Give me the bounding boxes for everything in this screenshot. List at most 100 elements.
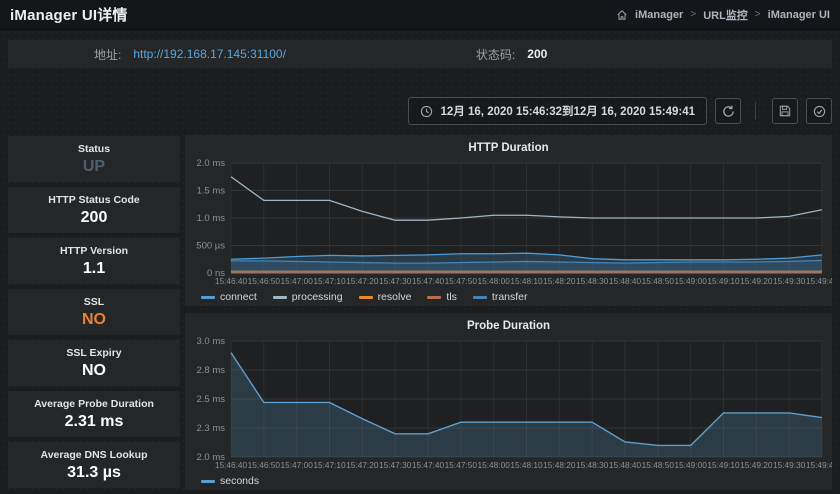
legend-label: transfer: [492, 291, 528, 303]
legend-item-connect[interactable]: connect: [201, 291, 257, 303]
breadcrumb-item-imanager[interactable]: iManager: [635, 9, 683, 21]
x-axis-tick: 15:46:50: [248, 276, 281, 286]
probe-duration-chart[interactable]: 3.0 ms2.8 ms2.5 ms2.3 ms2.0 ms15:46:4015…: [185, 336, 832, 472]
page-title: iManager UI详情: [10, 4, 128, 25]
legend-swatch: [359, 296, 373, 299]
chart-title: HTTP Duration: [185, 135, 832, 158]
refresh-icon: [722, 105, 735, 118]
x-axis-tick: 15:47:30: [379, 460, 412, 470]
y-axis-tick: 2.3 ms: [196, 423, 225, 434]
legend-swatch: [201, 480, 215, 483]
x-axis-tick: 15:49:00: [675, 276, 708, 286]
stat-panel-average-probe-duration[interactable]: Average Probe Duration 2.31 ms: [8, 391, 180, 437]
dashboard-screen: iManager UI详情 iManager > URL监控 > iManage…: [0, 0, 840, 494]
stat-value: 2.31 ms: [65, 413, 124, 431]
breadcrumb-item-current: iManager UI: [768, 9, 830, 21]
top-header-bar: iManager UI详情 iManager > URL监控 > iManage…: [0, 0, 840, 30]
stat-label: Status: [78, 143, 110, 155]
x-axis-tick: 15:48:30: [576, 276, 609, 286]
stat-value: 1.1: [83, 260, 105, 278]
stat-panel-average-dns-lookup[interactable]: Average DNS Lookup 31.3 µs: [8, 442, 180, 488]
stat-panel-http-status-code[interactable]: HTTP Status Code 200: [8, 187, 180, 233]
x-axis-tick: 15:46:50: [248, 460, 281, 470]
address-link[interactable]: http://192.168.17.145:31100/: [133, 47, 286, 61]
legend-label: resolve: [378, 291, 412, 303]
legend-item-transfer[interactable]: transfer: [473, 291, 528, 303]
x-axis-tick: 15:48:00: [478, 276, 511, 286]
home-icon[interactable]: [616, 9, 628, 21]
chevron-right-icon: >: [690, 9, 696, 20]
time-toolbar: 12月 16, 2020 15:46:32到12月 16, 2020 15:49…: [0, 96, 832, 126]
x-axis-tick: 15:47:50: [445, 276, 478, 286]
chart-title: Probe Duration: [185, 313, 832, 336]
x-axis-tick: 15:49:30: [773, 460, 806, 470]
y-axis-tick: 3.0 ms: [196, 336, 225, 347]
legend-item-processing[interactable]: processing: [273, 291, 343, 303]
breadcrumb-item-url-monitor[interactable]: URL监控: [703, 7, 748, 23]
legend-item-tls[interactable]: tls: [427, 291, 457, 303]
stat-panel-http-version[interactable]: HTTP Version 1.1: [8, 238, 180, 284]
x-axis-tick: 15:48:50: [642, 460, 675, 470]
auto-refresh-button[interactable]: [806, 98, 832, 124]
floppy-disk-icon: [779, 105, 791, 117]
stat-label: SSL: [84, 296, 104, 308]
refresh-button[interactable]: [715, 98, 741, 124]
stat-panel-ssl[interactable]: SSL NO: [8, 289, 180, 335]
x-axis-tick: 15:48:40: [609, 460, 642, 470]
x-axis-tick: 15:48:50: [642, 276, 675, 286]
x-axis-tick: 15:48:10: [510, 276, 543, 286]
stat-value: NO: [82, 362, 106, 380]
x-axis-tick: 15:47:40: [412, 276, 445, 286]
status-code-value: 200: [527, 47, 547, 61]
status-code-label: 状态码:: [476, 46, 515, 63]
x-axis-tick: 15:48:20: [543, 276, 576, 286]
legend-swatch: [273, 296, 287, 299]
legend-label: connect: [220, 291, 257, 303]
x-axis-tick: 15:48:20: [543, 460, 576, 470]
stat-panel-status[interactable]: Status UP: [8, 136, 180, 182]
chevron-right-icon: >: [755, 9, 761, 20]
info-bar: 地址: http://192.168.17.145:31100/ 状态码: 20…: [8, 40, 832, 68]
x-axis-tick: 15:47:40: [412, 460, 445, 470]
x-axis-tick: 15:47:00: [281, 460, 314, 470]
legend-label: tls: [446, 291, 457, 303]
stat-panel-ssl-expiry[interactable]: SSL Expiry NO: [8, 340, 180, 386]
probe-duration-panel: Probe Duration 3.0 ms2.8 ms2.5 ms2.3 ms2…: [185, 313, 832, 490]
legend-item-seconds[interactable]: seconds: [201, 475, 259, 487]
y-axis-tick: 1.5 ms: [196, 186, 225, 197]
http-duration-legend: connect processing resolve tls transfer: [185, 288, 832, 306]
x-axis-tick: 15:48:30: [576, 460, 609, 470]
x-axis-tick: 15:49:10: [707, 460, 740, 470]
address-label: 地址:: [94, 46, 121, 63]
stat-label: HTTP Status Code: [48, 194, 139, 206]
stat-label: Average DNS Lookup: [41, 449, 148, 461]
http-duration-panel: HTTP Duration 2.0 ms1.5 ms1.0 ms500 µs0 …: [185, 135, 832, 306]
x-axis-tick: 15:49:40: [806, 460, 832, 470]
x-axis-tick: 15:49:20: [740, 460, 773, 470]
toolbar-divider: [755, 102, 756, 120]
x-axis-tick: 15:47:30: [379, 276, 412, 286]
stat-label: Average Probe Duration: [34, 398, 154, 410]
x-axis-tick: 15:47:20: [346, 460, 379, 470]
stat-label: SSL Expiry: [66, 347, 121, 359]
y-axis-tick: 1.0 ms: [196, 213, 225, 224]
stat-value: NO: [82, 311, 106, 329]
legend-item-resolve[interactable]: resolve: [359, 291, 412, 303]
y-axis-tick: 2.5 ms: [196, 394, 225, 405]
check-circle-icon: [813, 105, 826, 118]
x-axis-tick: 15:47:00: [281, 276, 314, 286]
x-axis-tick: 15:48:00: [478, 460, 511, 470]
x-axis-tick: 15:49:30: [773, 276, 806, 286]
stat-value: 200: [81, 209, 108, 227]
x-axis-tick: 15:49:40: [806, 276, 832, 286]
x-axis-tick: 15:47:50: [445, 460, 478, 470]
legend-label: seconds: [220, 475, 259, 487]
x-axis-tick: 15:48:40: [609, 276, 642, 286]
x-axis-tick: 15:46:40: [215, 460, 248, 470]
time-range-picker[interactable]: 12月 16, 2020 15:46:32到12月 16, 2020 15:49…: [408, 97, 707, 125]
http-duration-chart[interactable]: 2.0 ms1.5 ms1.0 ms500 µs0 ns15:46:4015:4…: [185, 158, 832, 288]
save-button[interactable]: [772, 98, 798, 124]
legend-swatch: [473, 296, 487, 299]
x-axis-tick: 15:48:10: [510, 460, 543, 470]
stat-value: UP: [83, 158, 105, 176]
